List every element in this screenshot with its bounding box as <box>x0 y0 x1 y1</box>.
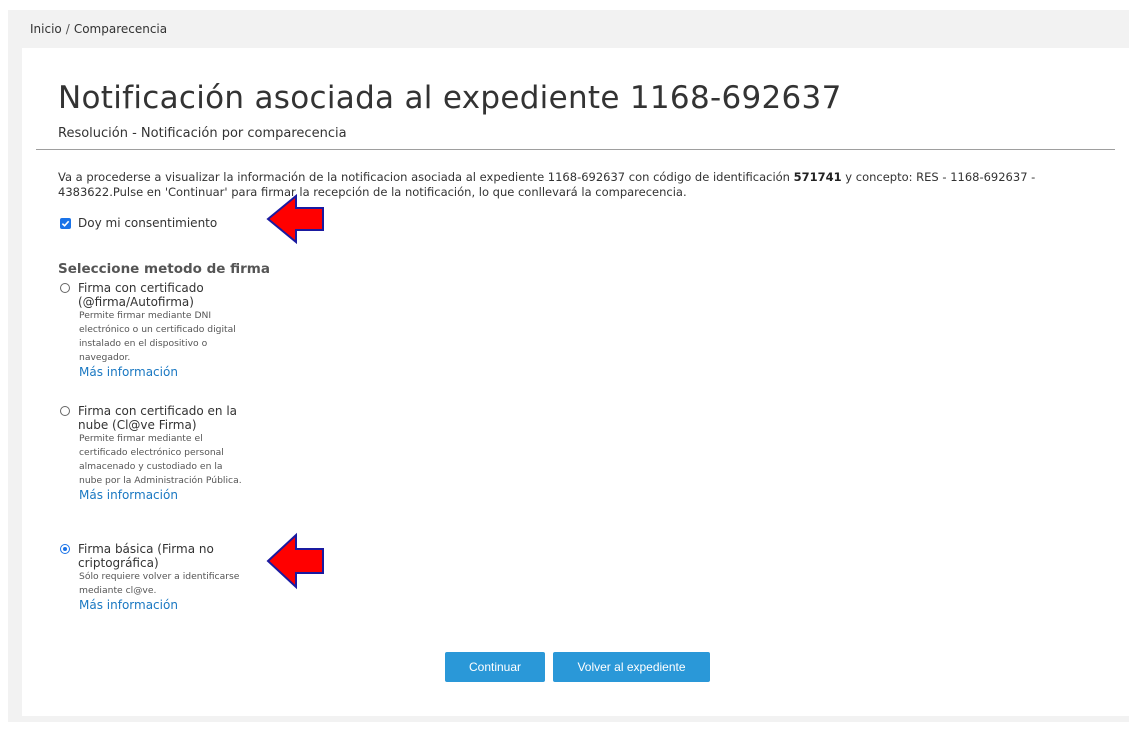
more-info-link[interactable]: Más información <box>79 598 260 613</box>
sign-option-clave-firma: Firma con certificado en la nube (Cl@ve … <box>60 404 260 503</box>
back-to-file-button[interactable]: Volver al expediente <box>553 652 710 682</box>
sign-option-label[interactable]: Firma con certificado (@firma/Autofirma) <box>78 281 238 309</box>
more-info-link[interactable]: Más información <box>79 365 260 380</box>
radio-autofirma[interactable] <box>60 283 70 293</box>
divider <box>36 149 1115 150</box>
identification-code: 571741 <box>793 170 842 184</box>
page-subtitle: Resolución - Notificación por comparecen… <box>58 126 347 141</box>
red-arrow-icon <box>266 193 324 245</box>
breadcrumb-current: Comparecencia <box>73 22 168 36</box>
breadcrumb-home-link[interactable]: Inicio <box>30 22 62 36</box>
breadcrumb-separator: / <box>65 22 70 36</box>
radio-basica[interactable] <box>60 544 70 554</box>
sign-option-description: Permite firmar mediante el certificado e… <box>79 433 242 486</box>
sign-option-label[interactable]: Firma con certificado en la nube (Cl@ve … <box>78 404 238 432</box>
sign-method-title: Seleccione metodo de firma <box>58 261 270 277</box>
intro-text: Va a procederse a visualizar la informac… <box>58 170 1108 200</box>
breadcrumb: Inicio / Comparecencia <box>30 22 167 36</box>
continue-button[interactable]: Continuar <box>445 652 545 682</box>
consent-checkbox-row[interactable]: Doy mi consentimiento <box>60 216 217 230</box>
sign-option-autofirma: Firma con certificado (@firma/Autofirma)… <box>60 281 260 380</box>
checkbox-checked-icon[interactable] <box>60 217 71 229</box>
consent-label: Doy mi consentimiento <box>78 216 218 230</box>
sign-option-description: Permite firmar mediante DNI electrónico … <box>79 310 236 363</box>
page-title: Notificación asociada al expediente 1168… <box>58 80 842 116</box>
red-arrow-icon <box>266 532 324 590</box>
radio-clave-firma[interactable] <box>60 406 70 416</box>
sign-option-basica: Firma básica (Firma no criptográfica) Só… <box>60 542 260 613</box>
sign-option-description: Sólo requiere volver a identificarse med… <box>79 571 240 596</box>
more-info-link[interactable]: Más información <box>79 488 260 503</box>
sign-option-label[interactable]: Firma básica (Firma no criptográfica) <box>78 542 238 570</box>
intro-text-before: Va a procederse a visualizar la informac… <box>58 170 794 184</box>
